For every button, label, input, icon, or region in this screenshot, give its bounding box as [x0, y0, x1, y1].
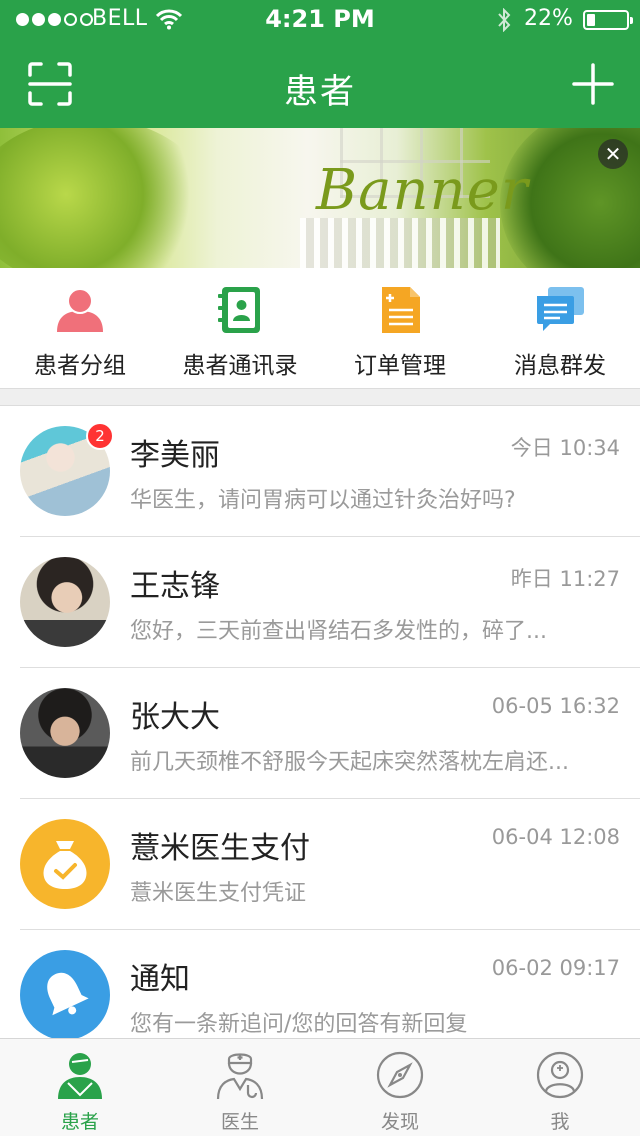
- message-preview: 华医生，请问胃病可以通过针灸治好吗?: [130, 488, 516, 513]
- tab-label: 发现: [380, 1111, 419, 1133]
- close-icon[interactable]: ✕: [598, 139, 628, 169]
- battery-icon: [583, 10, 633, 30]
- quick-action-label: 患者通讯录: [182, 353, 298, 379]
- unread-badge: 2: [86, 422, 114, 450]
- status-bar: BELL 4:21 PM 22%: [0, 0, 640, 40]
- contacts-book-icon: [218, 287, 260, 333]
- message-preview: 您好，三天前查出肾结石多发性的，碎了...: [130, 619, 547, 644]
- patient-icon: [58, 1053, 102, 1099]
- message-time: 06-05 16:32: [491, 694, 620, 718]
- bluetooth-icon: [498, 8, 511, 32]
- tab-label: 患者: [60, 1111, 99, 1133]
- chat-bubbles-icon: [537, 287, 584, 331]
- banner-title: Banner: [316, 158, 529, 223]
- contact-name: 通知: [130, 962, 190, 997]
- avatar: [20, 557, 110, 647]
- order-document-icon: [382, 287, 420, 333]
- conversation-list: 2 李美丽 今日 10:34 华医生，请问胃病可以通过针灸治好吗? 王志锋 昨日…: [0, 406, 640, 1038]
- conversation-row[interactable]: 张大大 06-05 16:32 前几天颈椎不舒服今天起床突然落枕左肩还...: [0, 668, 640, 799]
- battery-level-fill: [587, 14, 595, 26]
- conversation-row[interactable]: 通知 06-02 09:17 您有一条新追问/您的回答有新回复: [0, 930, 640, 1038]
- message-time: 今日 10:34: [510, 436, 620, 460]
- bell-icon: [20, 950, 110, 1038]
- conversation-row[interactable]: 王志锋 昨日 11:27 您好，三天前查出肾结石多发性的，碎了...: [0, 537, 640, 668]
- contact-name: 薏米医生支付: [130, 831, 310, 866]
- message-preview: 薏米医生支付凭证: [130, 881, 307, 906]
- banner-fence: [300, 218, 500, 268]
- contact-name: 李美丽: [130, 438, 220, 473]
- contact-name: 张大大: [130, 700, 220, 735]
- top-bar: BELL 4:21 PM 22% 患者: [0, 0, 640, 128]
- tab-doctors[interactable]: 医生: [160, 1039, 320, 1136]
- plus-icon[interactable]: [572, 63, 614, 105]
- message-time: 昨日 11:27: [510, 567, 620, 591]
- quick-action-label: 患者分组: [34, 353, 126, 379]
- tab-label: 我: [550, 1111, 570, 1133]
- message-preview: 您有一条新追问/您的回答有新回复: [130, 1012, 468, 1037]
- tab-me[interactable]: 我: [480, 1039, 640, 1136]
- tab-patients[interactable]: 患者: [0, 1039, 160, 1136]
- quick-actions: 患者分组 患者通讯录 订单管理 消息群发: [0, 268, 640, 388]
- banner-foliage: [0, 128, 210, 268]
- page-title: 患者: [284, 72, 356, 112]
- tab-bar: 患者 医生 发现 我: [0, 1038, 640, 1136]
- contact-name: 王志锋: [130, 569, 220, 604]
- promo-banner[interactable]: Banner: [0, 128, 640, 268]
- message-time: 06-04 12:08: [491, 825, 620, 849]
- tab-label: 医生: [220, 1111, 259, 1133]
- quick-action-patient-group[interactable]: 患者分组: [0, 268, 160, 388]
- quick-action-broadcast[interactable]: 消息群发: [480, 268, 640, 388]
- battery-percent: 22%: [524, 6, 573, 31]
- quick-action-orders[interactable]: 订单管理: [320, 268, 480, 388]
- quick-action-contacts[interactable]: 患者通讯录: [160, 268, 320, 388]
- message-preview: 前几天颈椎不舒服今天起床突然落枕左肩还...: [130, 750, 569, 775]
- conversation-row[interactable]: 2 李美丽 今日 10:34 华医生，请问胃病可以通过针灸治好吗?: [0, 406, 640, 537]
- doctor-icon: [216, 1053, 264, 1100]
- avatar: [20, 688, 110, 778]
- message-time: 06-02 09:17: [491, 956, 620, 980]
- conversation-row[interactable]: 薏米医生支付 06-04 12:08 薏米医生支付凭证: [0, 799, 640, 930]
- tab-discover[interactable]: 发现: [320, 1039, 480, 1136]
- money-bag-icon: [20, 819, 110, 909]
- quick-action-label: 订单管理: [354, 353, 446, 379]
- section-divider: [0, 388, 640, 406]
- patient-group-icon: [57, 288, 103, 332]
- quick-action-label: 消息群发: [514, 353, 606, 379]
- compass-icon: [376, 1051, 424, 1099]
- profile-icon: [536, 1051, 584, 1099]
